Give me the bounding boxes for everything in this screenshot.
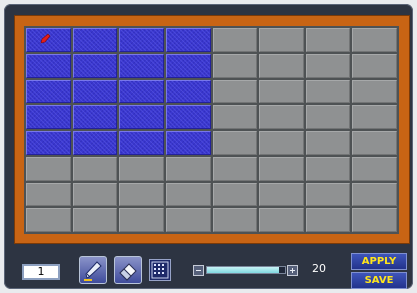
grid-cell[interactable]	[26, 105, 71, 129]
grid-cell[interactable]	[72, 53, 118, 78]
grid-cell[interactable]	[26, 53, 71, 78]
grid-cell[interactable]	[72, 131, 118, 155]
cursor-marker-icon	[40, 33, 51, 44]
grid-cell[interactable]	[26, 79, 71, 104]
grid-cell[interactable]	[352, 79, 397, 104]
grid-cell[interactable]	[26, 156, 71, 181]
grid-cell[interactable]	[72, 208, 118, 232]
grid-cell[interactable]	[212, 105, 258, 129]
grid-cell[interactable]	[212, 53, 258, 78]
grid-cell[interactable]	[165, 156, 211, 181]
grid-cell[interactable]	[352, 156, 397, 181]
grid-cell[interactable]	[305, 53, 351, 78]
grid-cell[interactable]	[259, 208, 304, 232]
grid-cell[interactable]	[26, 28, 71, 52]
grid-cell[interactable]	[259, 105, 304, 129]
grid-cell[interactable]	[165, 208, 211, 232]
grid-cell[interactable]	[165, 131, 211, 155]
pen-tool-button[interactable]	[79, 256, 107, 284]
grid-select-tool-button[interactable]	[149, 259, 171, 281]
grid-cell[interactable]	[259, 79, 304, 104]
apply-button[interactable]: APPLY	[351, 253, 407, 270]
grid-cell[interactable]	[212, 28, 258, 52]
grid-cell[interactable]	[119, 208, 164, 232]
grid-cell[interactable]	[165, 105, 211, 129]
grid-icon	[151, 261, 169, 279]
save-button[interactable]: SAVE	[351, 272, 407, 289]
toolbar: 1 20 APPLY SAVE	[14, 249, 410, 291]
grid-cell[interactable]	[212, 131, 258, 155]
grid-cell[interactable]	[305, 105, 351, 129]
grid-cell[interactable]	[305, 131, 351, 155]
grid-cell[interactable]	[26, 182, 71, 207]
grid-cell[interactable]	[119, 28, 164, 52]
eraser-tool-button[interactable]	[114, 256, 142, 284]
pen-icon	[84, 261, 102, 281]
grid-cell[interactable]	[352, 28, 397, 52]
grid-cell[interactable]	[259, 53, 304, 78]
grid-cell[interactable]	[212, 79, 258, 104]
grid-cell[interactable]	[305, 156, 351, 181]
grid-cell[interactable]	[259, 182, 304, 207]
grid-cell[interactable]	[259, 156, 304, 181]
sensitivity-value: 20	[312, 262, 326, 275]
grid-cell[interactable]	[165, 79, 211, 104]
grid-cell[interactable]	[352, 53, 397, 78]
grid-cell[interactable]	[72, 156, 118, 181]
grid-cell[interactable]	[165, 182, 211, 207]
grid-cell[interactable]	[119, 131, 164, 155]
grid-cell[interactable]	[72, 105, 118, 129]
grid-cell[interactable]	[72, 28, 118, 52]
sensitivity-fill	[207, 267, 279, 273]
grid-cell[interactable]	[119, 53, 164, 78]
grid-cell[interactable]	[352, 182, 397, 207]
grid-cell[interactable]	[165, 53, 211, 78]
grid-cell[interactable]	[259, 28, 304, 52]
sensitivity-slider[interactable]	[206, 266, 286, 274]
grid-cell[interactable]	[119, 105, 164, 129]
grid-cell[interactable]	[305, 208, 351, 232]
grid-cell[interactable]	[212, 156, 258, 181]
grid-cell[interactable]	[119, 79, 164, 104]
grid-cell[interactable]	[72, 79, 118, 104]
grid-cell[interactable]	[259, 131, 304, 155]
grid-cell[interactable]	[26, 131, 71, 155]
eraser-icon	[119, 263, 137, 281]
grid-cell[interactable]	[352, 208, 397, 232]
channel-number-box[interactable]: 1	[22, 264, 60, 280]
grid-cell[interactable]	[212, 182, 258, 207]
motion-detection-panel: 1 20 APPLY SAVE	[4, 4, 413, 289]
grid-cell[interactable]	[165, 28, 211, 52]
detection-grid	[24, 26, 399, 234]
grid-cell[interactable]	[352, 105, 397, 129]
grid-cell[interactable]	[352, 131, 397, 155]
grid-cell[interactable]	[305, 182, 351, 207]
grid-cell[interactable]	[212, 208, 258, 232]
grid-cell[interactable]	[119, 182, 164, 207]
grid-cell[interactable]	[119, 156, 164, 181]
grid-cell[interactable]	[72, 182, 118, 207]
grid-cell[interactable]	[305, 28, 351, 52]
grid-cell[interactable]	[305, 79, 351, 104]
increase-sensitivity-button[interactable]	[287, 265, 298, 276]
grid-cell[interactable]	[26, 208, 71, 232]
decrease-sensitivity-button[interactable]	[193, 265, 204, 276]
